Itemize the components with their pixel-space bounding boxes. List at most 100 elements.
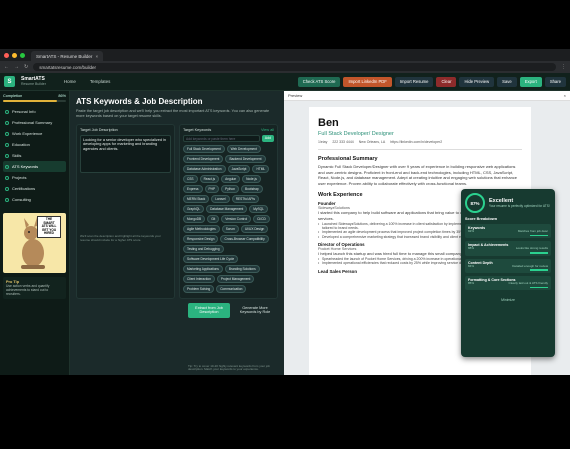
score-subtext: Your resume is perfectly optimized for A… xyxy=(489,204,550,208)
keyword-chip[interactable]: GraphQL xyxy=(183,204,205,213)
header-button-import-linkedin-pdf[interactable]: Import LinkedIn PDF xyxy=(343,76,392,87)
keyword-chip[interactable]: Angular xyxy=(221,174,241,183)
keyword-chip[interactable]: Software Development Life Cycle xyxy=(183,254,239,263)
section-icon xyxy=(5,175,9,180)
window-controls xyxy=(4,49,25,61)
sidebar-item-ats-keywords[interactable]: ATS Keywords xyxy=(3,161,66,172)
keyword-chip[interactable]: CI/CD xyxy=(253,214,270,223)
summary-heading: Professional Summary xyxy=(318,156,378,162)
sidebar-item-education[interactable]: Education xyxy=(3,139,66,150)
close-tab-icon[interactable]: × xyxy=(95,54,98,59)
extract-button[interactable]: Extract from Job Description xyxy=(188,302,230,318)
header-button-import-resume[interactable]: Import Resume xyxy=(394,76,434,87)
contact-item: New Orleans, LA xyxy=(358,140,386,144)
score-row: Formatting & Core Sections 85% Clearly lai… xyxy=(465,275,551,291)
score-row-bar xyxy=(530,269,548,271)
sidebar-item-personal-info[interactable]: Personal Info xyxy=(3,106,66,117)
keyword-chip[interactable]: Agile Methodologies xyxy=(183,224,220,233)
preview-pane: Preview × Ben Full Stack Developer/ Desi… xyxy=(284,91,570,375)
minimize-button[interactable]: Minimize xyxy=(465,298,551,302)
keyword-chip[interactable]: PHP xyxy=(204,184,220,193)
close-preview-icon[interactable]: × xyxy=(564,93,566,98)
header-button-export[interactable]: Export xyxy=(519,76,542,87)
keyword-chip[interactable]: HTML xyxy=(252,164,270,173)
keyword-chip[interactable]: Branding Solutions xyxy=(224,264,260,273)
generate-button[interactable]: Generate More Keywords by Role xyxy=(235,303,275,318)
jd-label: Target Job Description xyxy=(80,127,118,132)
keyword-chip[interactable]: RESTful APIs xyxy=(231,194,260,203)
brand-name: SmartATS xyxy=(21,75,45,82)
back-icon[interactable]: ← xyxy=(4,64,9,70)
reload-icon[interactable]: ↻ xyxy=(24,64,28,70)
close-window-icon[interactable] xyxy=(4,52,9,58)
keyword-chip[interactable]: Laravel xyxy=(211,194,230,203)
keyword-chip[interactable]: Python xyxy=(221,184,240,193)
score-row-bar xyxy=(530,252,548,254)
header-button-share[interactable]: Share xyxy=(544,76,566,87)
keyword-chip[interactable]: Web Development xyxy=(226,144,261,153)
brand: SmartATS Resume Builder xyxy=(21,75,46,87)
sidebar-item-consulting[interactable]: Consulting xyxy=(3,194,66,205)
score-row-value: 85% xyxy=(468,280,475,285)
section-icon xyxy=(5,153,9,158)
keyword-chip[interactable]: Bootstrap xyxy=(241,184,263,193)
keyword-chip[interactable]: Git xyxy=(207,214,220,223)
nav-home[interactable]: Home xyxy=(60,77,80,86)
address-bar[interactable]: smartatsresume.com/builder xyxy=(33,63,556,71)
keyword-chip[interactable]: Client Interaction xyxy=(183,274,215,283)
keyword-chip[interactable]: React.js xyxy=(199,174,220,183)
keyword-chip[interactable]: Database Administration xyxy=(183,164,226,173)
keyword-chip[interactable]: Database Management xyxy=(206,204,248,213)
keyword-chip[interactable]: Express xyxy=(183,184,203,193)
keyword-chip[interactable]: Frontend Development xyxy=(183,154,224,163)
keyword-chip[interactable]: Full Stack Development xyxy=(183,144,225,153)
add-keyword-button[interactable]: Add xyxy=(261,134,274,142)
sidebar: Completion 86% Personal Info Professional… xyxy=(0,91,70,375)
keyword-chip[interactable]: Scrum xyxy=(221,224,239,233)
keyword-chip[interactable]: Version Control xyxy=(221,214,252,223)
keyword-chip[interactable]: MERN Stack xyxy=(183,194,210,203)
keyword-chip[interactable]: CSS xyxy=(183,174,198,183)
minimize-window-icon[interactable] xyxy=(12,52,17,58)
sidebar-item-certifications[interactable]: Certifications xyxy=(3,183,66,194)
keyword-chip[interactable]: Problem Solving xyxy=(183,284,215,293)
view-all-link[interactable]: View all xyxy=(261,128,274,132)
keyword-chip[interactable]: UI/UX Design xyxy=(240,224,269,233)
browser-tab[interactable]: SmartATS - Resume Builder × xyxy=(31,51,104,61)
keyword-chip[interactable]: Cross-Browser Compatibility xyxy=(220,234,269,243)
sidebar-item-label: Certifications xyxy=(12,186,36,191)
nav-templates[interactable]: Templates xyxy=(86,77,115,86)
keyword-chip[interactable]: Marketing Applications xyxy=(183,264,223,273)
job-description-textarea[interactable]: Looking for a senior developer who speci… xyxy=(80,134,171,173)
keyword-chip[interactable]: Communication xyxy=(216,284,247,293)
sidebar-item-projects[interactable]: Projects xyxy=(3,172,66,183)
keyword-chip[interactable]: MySQL xyxy=(249,204,268,213)
keyword-chip[interactable]: Responsive Design xyxy=(183,234,219,243)
score-row-bar xyxy=(530,234,548,237)
maximize-window-icon[interactable] xyxy=(20,52,25,58)
header-button-save[interactable]: Save xyxy=(497,76,517,87)
header-button-hide-preview[interactable]: Hide Preview xyxy=(459,76,495,87)
header-button-clear[interactable]: Clear xyxy=(436,76,457,87)
sidebar-item-work-experience[interactable]: Work Experience xyxy=(3,128,66,139)
sidebar-item-professional-summary[interactable]: Professional Summary xyxy=(3,117,66,128)
forward-icon[interactable]: → xyxy=(14,64,19,70)
score-percent: 87% xyxy=(470,200,480,206)
header-button-check-ats-score[interactable]: Check ATS Score xyxy=(297,76,341,87)
keyword-chip[interactable]: Testing and Debugging xyxy=(183,244,224,253)
score-row-desc: Detailed enough for review xyxy=(512,263,548,268)
menu-icon[interactable]: ⋮ xyxy=(561,64,566,70)
keyword-chip[interactable]: Project Management xyxy=(216,274,255,283)
sidebar-item-skills[interactable]: Skills xyxy=(3,150,66,161)
contact-item: 222 333 4444 xyxy=(332,140,354,144)
tab-title: SmartATS - Resume Builder xyxy=(36,53,93,59)
keyword-chip[interactable]: Backend Development xyxy=(225,154,266,163)
contact-item: 1/eiay xyxy=(318,140,328,144)
keyword-chip[interactable]: MongoDB xyxy=(183,214,206,223)
keyword-chip[interactable]: Node.js xyxy=(242,174,261,183)
keyword-chip[interactable]: JavaScript xyxy=(227,164,251,173)
keyword-search-input[interactable]: Add keywords or paste them here xyxy=(183,134,260,142)
keywords-panel: ATS Keywords & Job Description Paste the… xyxy=(70,91,284,375)
browser-window: SmartATS - Resume Builder × ← → ↻ smarta… xyxy=(0,49,570,375)
score-row-value: 92% xyxy=(468,229,475,233)
